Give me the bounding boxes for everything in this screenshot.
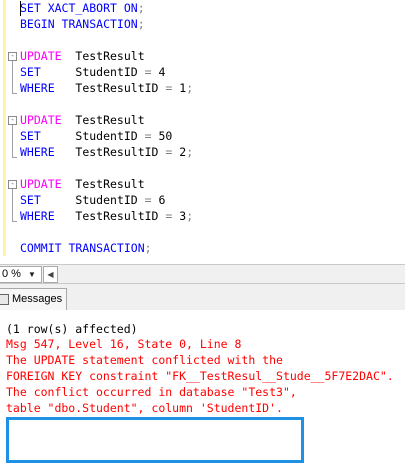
code-token: TestResult xyxy=(61,113,145,127)
fold-guide xyxy=(12,189,13,221)
code-token: 2 xyxy=(172,145,187,159)
code-token: UPDATE xyxy=(20,177,62,191)
code-token: ; xyxy=(186,145,194,159)
code-token: ; xyxy=(144,241,152,255)
code-text: WHERE TestResultID = 2; xyxy=(20,144,193,161)
code-text: SET StudentID = 6 xyxy=(20,192,165,209)
code-text: WHERE TestResultID = 1; xyxy=(20,80,193,97)
message-line: table "dbo.Student", column 'StudentID'. xyxy=(6,401,283,415)
code-token: TestResult xyxy=(61,177,145,191)
code-token: TestResultID xyxy=(54,81,166,95)
code-token: ; xyxy=(137,17,145,31)
code-text: COMMIT TRANSACTION; xyxy=(20,240,152,257)
messages-icon xyxy=(0,294,9,305)
tab-messages-label: Messages xyxy=(12,293,63,305)
scroll-left-button[interactable]: ◀ xyxy=(43,266,58,283)
message-line: The conflict occurred in database "Test3… xyxy=(6,385,297,399)
fold-guide-end xyxy=(12,157,17,158)
code-token: WHERE xyxy=(20,81,55,95)
messages-pane[interactable]: (1 row(s) affected) Msg 547, Level 16, St… xyxy=(0,311,405,469)
code-token: WHERE xyxy=(20,209,55,223)
code-token: StudentID xyxy=(40,193,145,207)
code-text: UPDATE TestResult xyxy=(20,48,145,65)
code-token: TestResultID xyxy=(54,209,166,223)
tab-messages[interactable]: Messages xyxy=(0,288,67,310)
zoom-dropdown[interactable]: 0 % ▼ xyxy=(0,266,42,283)
collapse-region-icon[interactable]: - xyxy=(8,180,17,189)
code-token: SET xyxy=(20,129,41,143)
code-token: ; xyxy=(186,209,194,223)
text-caret xyxy=(20,1,21,16)
code-token: StudentID xyxy=(40,129,145,143)
code-token: StudentID xyxy=(40,65,145,79)
message-line: (1 row(s) affected) xyxy=(6,322,138,336)
code-token: SET xyxy=(20,193,41,207)
code-text: SET XACT_ABORT ON; xyxy=(20,0,145,17)
collapse-region-icon[interactable]: - xyxy=(8,52,17,61)
code-token: 50 xyxy=(151,129,173,143)
chevron-down-icon[interactable]: ▼ xyxy=(28,267,36,282)
code-text: UPDATE TestResult xyxy=(20,176,145,193)
code-token: ; xyxy=(137,1,145,15)
code-token: 4 xyxy=(151,65,166,79)
code-token: SET xyxy=(20,65,41,79)
highlight-box xyxy=(6,417,304,463)
code-token: SET XACT_ABORT xyxy=(20,1,124,15)
code-text: SET StudentID = 4 xyxy=(20,64,165,81)
code-token: ; xyxy=(186,81,194,95)
fold-guide-end xyxy=(12,221,17,222)
code-token: 3 xyxy=(172,209,187,223)
zoom-level: 0 % xyxy=(2,268,21,280)
code-text: UPDATE TestResult xyxy=(20,112,145,129)
fold-guide xyxy=(12,61,13,93)
code-token: = xyxy=(144,193,152,207)
code-text: SET StudentID = 50 xyxy=(20,128,172,145)
code-token: COMMIT TRANSACTION xyxy=(20,241,145,255)
editor-status-bar: 0 % ▼ ◀ xyxy=(0,264,405,284)
message-line: FOREIGN KEY constraint "FK__TestResul__S… xyxy=(6,369,394,383)
code-token: TestResult xyxy=(61,49,145,63)
fold-guide xyxy=(12,125,13,157)
message-line: Msg 547, Level 16, State 0, Line 8 xyxy=(6,337,242,351)
code-text: WHERE TestResultID = 3; xyxy=(20,208,193,225)
code-token: 1 xyxy=(172,81,187,95)
code-token: = xyxy=(144,129,152,143)
code-token: WHERE xyxy=(20,145,55,159)
change-tracking-margin xyxy=(3,0,6,256)
code-token: 6 xyxy=(151,193,166,207)
code-token: UPDATE xyxy=(20,49,62,63)
code-token: BEGIN TRANSACTION xyxy=(20,17,138,31)
code-token: UPDATE xyxy=(20,113,62,127)
fold-guide-end xyxy=(12,93,17,94)
message-line: The UPDATE statement conflicted with the xyxy=(6,353,283,367)
collapse-region-icon[interactable]: - xyxy=(8,116,17,125)
query-editor[interactable]: SET XACT_ABORT ON; BEGIN TRANSACTION; UPDA… xyxy=(0,0,405,262)
results-tabstrip: Messages xyxy=(0,284,405,310)
code-text: BEGIN TRANSACTION; xyxy=(20,16,145,33)
code-token: TestResultID xyxy=(54,145,166,159)
code-token: = xyxy=(144,65,152,79)
code-token: ON xyxy=(123,1,138,15)
